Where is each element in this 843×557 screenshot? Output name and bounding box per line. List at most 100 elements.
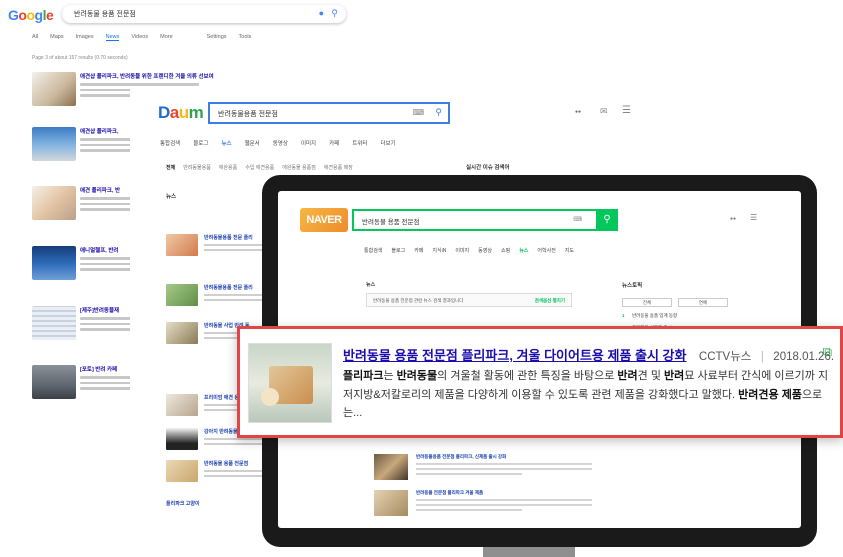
daum-tab[interactable]: 블로그 (193, 139, 208, 147)
daum-side-title: 실시간 이슈 검색어 (466, 165, 510, 171)
login-link[interactable]: ●● (575, 109, 581, 115)
google-tabs: All Maps Images News Videos More Setting… (32, 34, 251, 41)
daum-tab[interactable]: 통합검색 (160, 139, 180, 147)
naver-tab[interactable]: 지식iN (432, 247, 446, 254)
daum-logo-letter: u (178, 103, 189, 122)
result-thumbnail (32, 246, 76, 280)
side-filter-button[interactable]: 연예 (678, 298, 728, 307)
naver-tab[interactable]: 블로그 (391, 247, 405, 254)
naver-search-button[interactable]: ⚲ (596, 209, 618, 231)
google-tab-maps[interactable]: Maps (50, 34, 63, 41)
search-icon: ⚲ (603, 214, 611, 225)
daum-search-input[interactable]: 반려동물용품 전문점 (218, 109, 278, 119)
result-title[interactable]: 반려동물용품 전문점 플리파크, 신제품 출시 강화 (416, 454, 592, 460)
daum-tab[interactable]: 카페 (329, 139, 339, 147)
naver-box-link[interactable]: 검색옵션 펼치기 (535, 298, 565, 304)
naver-news-heading: 뉴스 (366, 282, 376, 288)
daum-logo-letter: m (188, 103, 204, 122)
result-thumbnail (166, 394, 198, 416)
naver-search-input[interactable]: 반려동물 용품 전문점 (362, 216, 419, 226)
snippet-highlight: 반려동물 (396, 370, 438, 382)
google-tab-videos[interactable]: Videos (131, 34, 148, 41)
result-thumbnail (374, 454, 408, 480)
share-icon[interactable]: ⧉ (823, 344, 832, 360)
daum-tab-news[interactable]: 뉴스 (221, 139, 231, 147)
naver-tab[interactable]: 어학사전 (537, 247, 555, 254)
daum-logo[interactable]: Daum (158, 103, 204, 123)
result-title[interactable]: 애견샵 플리파크, 반려동물 위한 프렌디한 겨울 의류 선보여 (80, 72, 250, 80)
snippet-text: 는 (383, 370, 397, 382)
google-logo-letter: e (45, 7, 54, 23)
google-tab-tools[interactable]: Tools (239, 34, 252, 41)
news-thumbnail[interactable] (248, 343, 332, 423)
daum-news-heading: 뉴스 (166, 194, 177, 200)
filter-chip[interactable]: 애견용품 매장 (324, 164, 353, 171)
naver-result[interactable]: 반려동물용품 전문점 플리파크, 신제품 출시 강화 (374, 454, 594, 486)
naver-tab[interactable]: 통합검색 (364, 247, 382, 254)
side-filter-button[interactable]: 전체 (622, 298, 672, 307)
highlighted-news-result[interactable]: 반려동물 용품 전문점 플리파크, 겨울 다이어트용 제품 출시 강화 CCTV… (237, 326, 843, 438)
naver-box-text: 반려동물 용품 전문점 관련 뉴스 검색 결과입니다 (373, 298, 464, 303)
mic-icon[interactable]: ● (319, 8, 324, 18)
result-thumbnail (166, 234, 198, 256)
search-icon[interactable]: ⚲ (435, 107, 442, 118)
daum-logo-letter: D (158, 103, 170, 122)
naver-tab-news[interactable]: 뉴스 (519, 247, 528, 254)
google-search-input[interactable]: 반려동물 용품 전문점 (74, 9, 136, 19)
daum-tab[interactable]: 동영상 (273, 139, 288, 147)
google-search-box[interactable]: 반려동물 용품 전문점 ● ⚲ (62, 5, 346, 23)
result-thumbnail (32, 72, 76, 106)
naver-tab[interactable]: 지도 (565, 247, 574, 254)
filter-chip[interactable]: 애완동물 용품점 (282, 164, 316, 171)
result-thumbnail (166, 322, 198, 344)
google-logo[interactable]: Google (8, 7, 54, 23)
snippet-highlight: 플리파크 (343, 370, 384, 382)
naver-logo[interactable]: NAVER (300, 208, 348, 232)
filter-chip[interactable]: 애완용품 (219, 164, 237, 171)
google-tab-images[interactable]: Images (76, 34, 94, 41)
google-result-stats: Page 3 of about 157 results (0.70 second… (32, 55, 128, 61)
result-thumbnail (32, 186, 76, 220)
google-tab-settings[interactable]: Settings (207, 34, 227, 41)
menu-icon[interactable]: ☰ (750, 213, 757, 222)
filter-chip[interactable]: 수입 애견용품 (245, 164, 274, 171)
product-bowl (261, 388, 279, 406)
naver-result[interactable]: 반려동물 전문점 플리파크 겨울 제품 (374, 490, 594, 522)
keyboard-icon[interactable]: ⌨ (573, 216, 582, 223)
keyboard-icon[interactable]: ⌨ (412, 108, 424, 117)
snippet-text: 의 겨울철 활동에 관한 특징을 바탕으로 (437, 370, 618, 382)
naver-tabs: 통합검색 블로그 카페 지식iN 이미지 동영상 쇼핑 뉴스 어학사전 지도 (364, 247, 574, 254)
login-link[interactable]: ●● (730, 216, 736, 222)
result-title[interactable]: 플리파크 고양이 (166, 500, 236, 507)
result-title[interactable]: 반려동물 전문점 플리파크 겨울 제품 (416, 490, 592, 496)
filter-chip[interactable]: 전체 (166, 164, 175, 171)
monitor-stand (483, 547, 575, 557)
filter-chip[interactable]: 반려동물용품 (183, 164, 211, 171)
result-thumbnail (374, 490, 408, 516)
result-thumbnail (166, 284, 198, 306)
google-tab-all[interactable]: All (32, 34, 38, 41)
result-thumbnail (32, 365, 76, 399)
search-icon[interactable]: ⚲ (331, 8, 338, 19)
naver-tab[interactable]: 쇼핑 (501, 247, 510, 254)
google-tab-more[interactable]: More (160, 34, 173, 41)
mail-icon[interactable]: ✉ (600, 106, 608, 117)
rank-number: 1 (622, 313, 625, 318)
result-thumbnail (32, 306, 76, 340)
daum-related-filters: 전체 반려동물용품 애완용품 수입 애견용품 애완동물 용품점 애견용품 매장 (166, 164, 353, 171)
naver-tab[interactable]: 이미지 (455, 247, 469, 254)
daum-tab-more[interactable]: 더보기 (380, 139, 395, 147)
news-title-link[interactable]: 반려동물 용품 전문점 플리파크, 겨울 다이어트용 제품 출시 강화 (343, 348, 686, 363)
daum-search-box[interactable]: 반려동물용품 전문점 ⌨ ⚲ (208, 102, 450, 124)
naver-tab[interactable]: 카페 (414, 247, 423, 254)
side-rank-item[interactable]: 1 반려동물 용품 업계 동향 (622, 313, 740, 319)
naver-search-box[interactable]: 반려동물 용품 전문점 ⌨ (352, 209, 598, 231)
daum-tab[interactable]: 트위터 (352, 139, 367, 147)
menu-icon[interactable]: ☰ (622, 105, 631, 116)
daum-tab[interactable]: 이미지 (301, 139, 316, 147)
news-source[interactable]: CCTV뉴스 (699, 351, 751, 363)
snippet-highlight: 반려 (617, 370, 638, 382)
daum-tab[interactable]: 웹문서 (245, 139, 260, 147)
naver-tab[interactable]: 동영상 (478, 247, 492, 254)
google-tab-news[interactable]: News (105, 34, 120, 41)
